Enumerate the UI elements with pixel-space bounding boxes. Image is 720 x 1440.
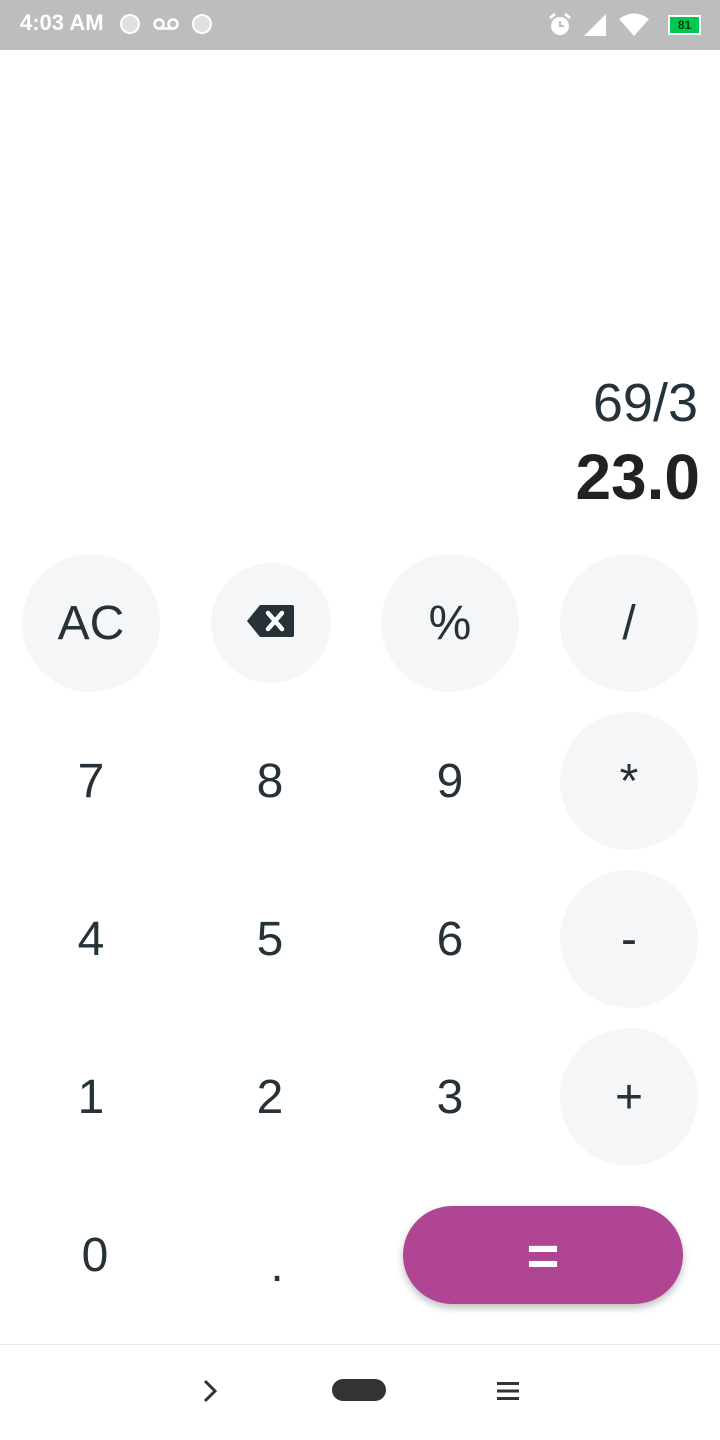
digit-6-button[interactable]: 6 xyxy=(381,870,519,1008)
result-display: 23.0 xyxy=(575,441,700,513)
recents-button[interactable] xyxy=(488,1373,528,1413)
subtract-button[interactable]: - xyxy=(560,870,698,1008)
digit-1-button[interactable]: 1 xyxy=(22,1028,160,1166)
wifi-icon xyxy=(618,12,650,43)
status-bar: 4:03 AM 81 xyxy=(0,0,720,50)
add-button[interactable]: + xyxy=(560,1028,698,1166)
home-button[interactable] xyxy=(330,1378,388,1406)
expression-display: 69/3 xyxy=(592,373,698,433)
digit-2-button[interactable]: 2 xyxy=(201,1028,339,1166)
divide-button[interactable]: / xyxy=(560,554,698,692)
backspace-button[interactable] xyxy=(211,563,331,683)
equals-button[interactable]: = xyxy=(403,1206,683,1304)
digit-5-button[interactable]: 5 xyxy=(201,870,339,1008)
digit-3-button[interactable]: 3 xyxy=(381,1028,519,1166)
menu-icon xyxy=(497,1381,519,1406)
status-time: 4:03 AM xyxy=(20,10,104,35)
digit-4-button[interactable]: 4 xyxy=(22,870,160,1008)
multiply-button[interactable]: * xyxy=(560,712,698,850)
digit-8-button[interactable]: 8 xyxy=(201,712,339,850)
clear-button[interactable]: AC xyxy=(22,554,160,692)
digit-0-button[interactable]: 0 xyxy=(26,1186,164,1324)
voicemail-icon xyxy=(153,16,179,37)
battery-icon: 81 xyxy=(668,15,701,35)
navigation-bar xyxy=(0,1344,720,1440)
home-pill-icon xyxy=(332,1378,386,1406)
back-button[interactable] xyxy=(190,1373,230,1413)
alarm-icon xyxy=(547,12,573,43)
circle-icon xyxy=(192,14,212,34)
backspace-icon xyxy=(246,596,296,651)
circle-icon xyxy=(120,14,140,34)
chevron-right-icon xyxy=(200,1378,220,1409)
signal-icon xyxy=(582,12,608,43)
digit-9-button[interactable]: 9 xyxy=(381,712,519,850)
digit-7-button[interactable]: 7 xyxy=(22,712,160,850)
decimal-button[interactable]: . xyxy=(208,1196,346,1334)
percent-button[interactable]: % xyxy=(381,554,519,692)
